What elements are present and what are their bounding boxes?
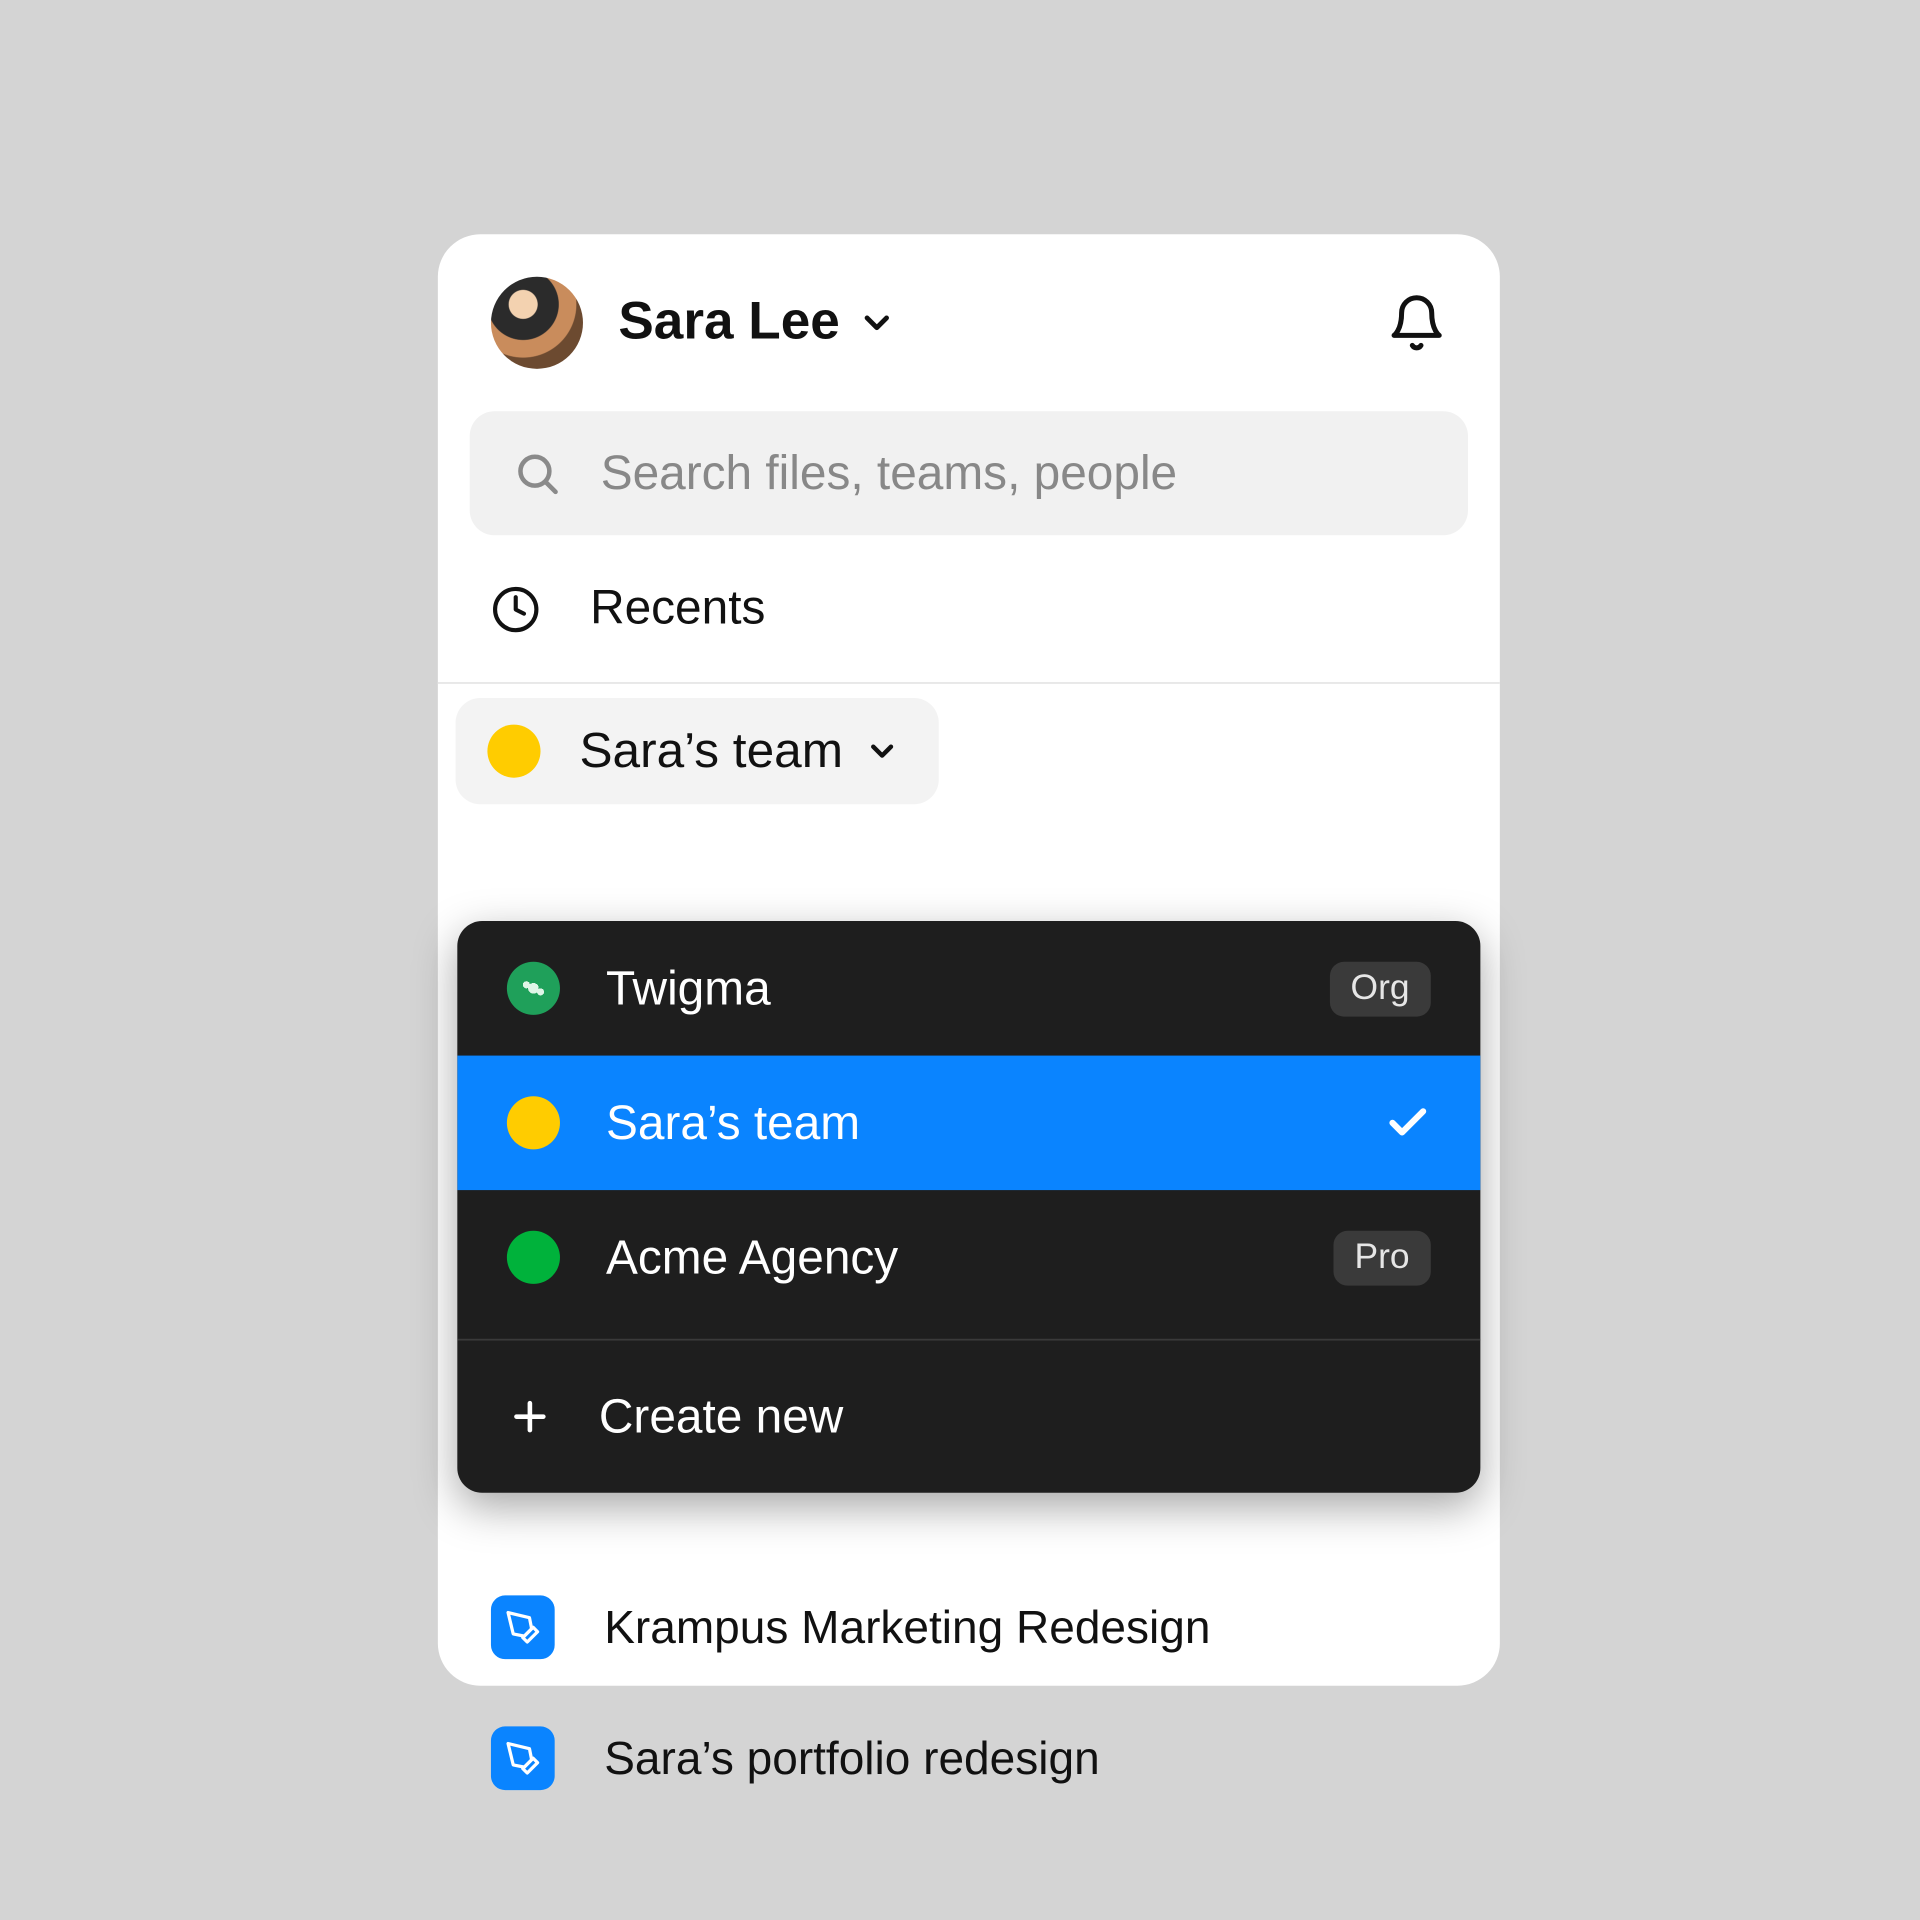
chevron-down-icon xyxy=(864,733,899,768)
plan-badge: Org xyxy=(1329,961,1430,1016)
team-option-label: Sara’s team xyxy=(606,1095,860,1150)
nav-item-recents[interactable]: Recents xyxy=(438,535,1500,682)
search-bar[interactable] xyxy=(470,411,1468,535)
team-dropdown: Twigma Org Sara’s team Acme Agency Pro xyxy=(457,921,1480,1493)
file-list: Krampus Marketing Redesign Sara’s portfo… xyxy=(438,1562,1500,1824)
plus-icon xyxy=(507,1394,553,1440)
clock-icon xyxy=(491,584,541,634)
team-selector-label: Sara’s team xyxy=(579,723,843,780)
bell-icon[interactable] xyxy=(1387,293,1447,353)
search-input[interactable] xyxy=(601,446,1426,501)
team-option-twigma[interactable]: Twigma Org xyxy=(457,921,1480,1056)
create-new-label: Create new xyxy=(599,1389,843,1444)
divider xyxy=(438,682,1500,684)
team-option-saras-team[interactable]: Sara’s team xyxy=(457,1056,1480,1191)
team-option-acme[interactable]: Acme Agency Pro xyxy=(457,1190,1480,1325)
team-color-dot xyxy=(507,1096,560,1149)
team-option-label: Acme Agency xyxy=(606,1230,898,1285)
file-label: Krampus Marketing Redesign xyxy=(604,1600,1210,1655)
team-color-dot xyxy=(487,725,540,778)
team-option-label: Twigma xyxy=(606,961,771,1016)
recents-label: Recents xyxy=(590,581,765,636)
team-selector[interactable]: Sara’s team xyxy=(456,698,939,804)
search-icon xyxy=(512,448,562,498)
team-color-dot xyxy=(507,962,560,1015)
file-type-icon xyxy=(491,1595,555,1659)
file-label: Sara’s portfolio redesign xyxy=(604,1731,1099,1786)
file-type-icon xyxy=(491,1726,555,1790)
sidebar-panel: Sara Lee xyxy=(438,234,1500,1685)
file-item[interactable]: Krampus Marketing Redesign xyxy=(491,1562,1447,1693)
team-color-dot xyxy=(507,1231,560,1284)
avatar[interactable] xyxy=(491,277,583,369)
chevron-down-icon xyxy=(858,303,897,342)
plan-badge: Pro xyxy=(1333,1230,1431,1285)
check-icon xyxy=(1385,1100,1431,1146)
user-name: Sara Lee xyxy=(618,293,839,353)
create-new-team[interactable]: Create new xyxy=(457,1341,1480,1493)
file-item[interactable]: Sara’s portfolio redesign xyxy=(491,1693,1447,1824)
account-header[interactable]: Sara Lee xyxy=(438,234,1500,393)
